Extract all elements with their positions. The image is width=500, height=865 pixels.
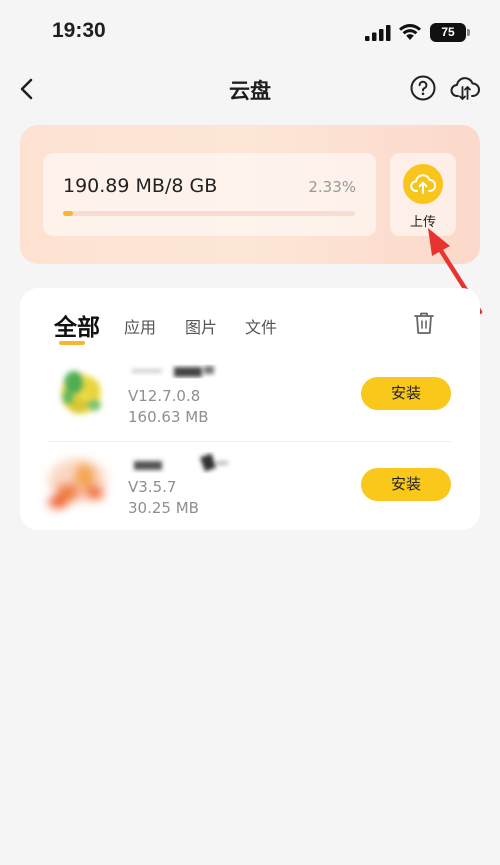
status-time: 19:30 (52, 19, 106, 42)
trash-icon[interactable] (413, 311, 435, 335)
app-list-item: V3.5.7 30.25 MB 安装 (48, 441, 452, 531)
help-circle-icon[interactable] (410, 75, 436, 101)
tab-files[interactable]: 文件 (245, 314, 277, 338)
cloud-sync-icon[interactable] (450, 74, 480, 104)
storage-usage-text: 190.89 MB/8 GB (63, 175, 218, 197)
install-button[interactable]: 安装 (361, 468, 451, 501)
tab-images[interactable]: 图片 (185, 314, 217, 338)
app-size: 160.63 MB (128, 408, 209, 426)
app-icon-blurred (48, 458, 107, 509)
status-bar: 19:30 75 (0, 0, 500, 66)
files-card: 全部 应用 图片 文件 V12.7.0.8 160.63 MB 安装 V3.5.… (20, 288, 480, 530)
category-tabs: 全部 应用 图片 文件 (20, 288, 480, 358)
storage-card: 190.89 MB/8 GB 2.33% 上传 (20, 125, 480, 264)
app-version: V12.7.0.8 (128, 387, 201, 405)
battery-icon: 75 (430, 23, 470, 42)
app-version: V3.5.7 (128, 478, 177, 496)
cloud-upload-icon (403, 164, 443, 204)
storage-usage-percent: 2.33% (308, 178, 356, 196)
app-name-redacted (132, 366, 214, 377)
storage-progress-fill (63, 211, 73, 216)
storage-usage-panel: 190.89 MB/8 GB 2.33% (43, 153, 376, 236)
battery-level: 75 (441, 25, 455, 39)
app-name-redacted (134, 453, 228, 472)
install-button[interactable]: 安装 (361, 377, 451, 410)
storage-progress-bar (63, 211, 355, 216)
tab-apps[interactable]: 应用 (124, 314, 156, 338)
app-size: 30.25 MB (128, 499, 199, 517)
tab-all[interactable]: 全部 (54, 308, 100, 342)
nav-bar: 云盘 (0, 66, 500, 112)
app-list-item: V12.7.0.8 160.63 MB 安装 (48, 351, 452, 441)
app-icon-blurred (61, 371, 101, 414)
active-tab-indicator (59, 341, 85, 345)
wifi-icon (399, 24, 421, 40)
signal-icon (365, 25, 391, 41)
